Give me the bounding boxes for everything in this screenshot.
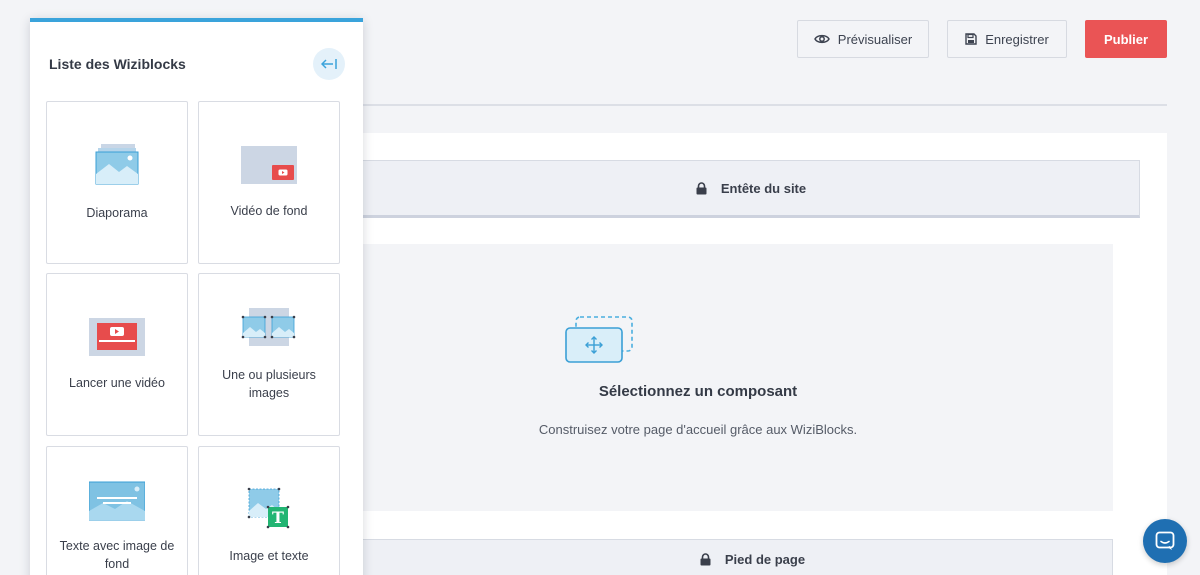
block-label: Une ou plusieurs images xyxy=(222,368,316,400)
background-video-icon xyxy=(241,146,297,184)
block-label: Texte avec image de fond xyxy=(59,539,175,571)
block-label: Lancer une vidéo xyxy=(69,376,165,390)
block-label: Diaporama xyxy=(86,206,148,220)
eye-icon xyxy=(813,34,830,44)
save-label: Enregistrer xyxy=(985,31,1049,47)
chat-support-button[interactable] xyxy=(1143,519,1187,563)
block-card-multiple-images[interactable]: Une ou plusieurs images xyxy=(198,273,340,436)
slideshow-icon xyxy=(95,144,139,185)
empty-state-title: Sélectionnez un composant xyxy=(598,383,798,400)
collapse-panel-button[interactable] xyxy=(313,48,345,80)
site-header-block[interactable]: Entête du site xyxy=(362,160,1140,218)
site-footer-block[interactable]: Pied de page xyxy=(362,539,1113,575)
block-card-slideshow[interactable]: Diaporama xyxy=(46,101,188,264)
wiziblocks-panel: Liste des Wiziblocks Diaporama Vidéo de … xyxy=(30,18,363,575)
publish-label: Publier xyxy=(1103,31,1149,47)
site-header-label: Entête du site xyxy=(720,180,807,196)
move-component-icon xyxy=(565,316,633,363)
text-background-image-icon xyxy=(89,481,145,521)
launch-video-icon xyxy=(89,318,145,356)
block-label: Vidéo de fond xyxy=(230,204,308,218)
publish-button[interactable]: Publier xyxy=(1085,20,1167,58)
chat-icon xyxy=(1155,531,1175,550)
lock-icon xyxy=(700,552,711,565)
block-card-text-background-image[interactable]: Texte avec image de fond xyxy=(46,446,188,575)
empty-state-subtitle: Construisez votre page d'accueil grâce a… xyxy=(538,422,858,437)
preview-label: Prévisualiser xyxy=(837,31,913,47)
block-card-background-video[interactable]: Vidéo de fond xyxy=(198,101,340,264)
drop-zone[interactable] xyxy=(362,244,1113,511)
panel-title: Liste des Wiziblocks xyxy=(49,56,186,72)
arrow-left-collapse-icon xyxy=(321,59,337,69)
site-footer-label: Pied de page xyxy=(724,551,806,567)
preview-button[interactable]: Prévisualiser xyxy=(797,20,929,58)
toolbar-divider xyxy=(362,104,1167,106)
image-and-text-icon: T xyxy=(247,487,290,529)
floppy-disk-icon xyxy=(965,33,977,45)
block-label: Image et texte xyxy=(229,549,309,563)
block-card-launch-video[interactable]: Lancer une vidéo xyxy=(46,273,188,436)
lock-icon xyxy=(696,181,707,194)
svg-text:T: T xyxy=(272,508,284,527)
save-button[interactable]: Enregistrer xyxy=(947,20,1067,58)
block-card-image-and-text[interactable]: T Image et texte xyxy=(198,446,340,575)
multiple-images-icon xyxy=(241,308,296,346)
